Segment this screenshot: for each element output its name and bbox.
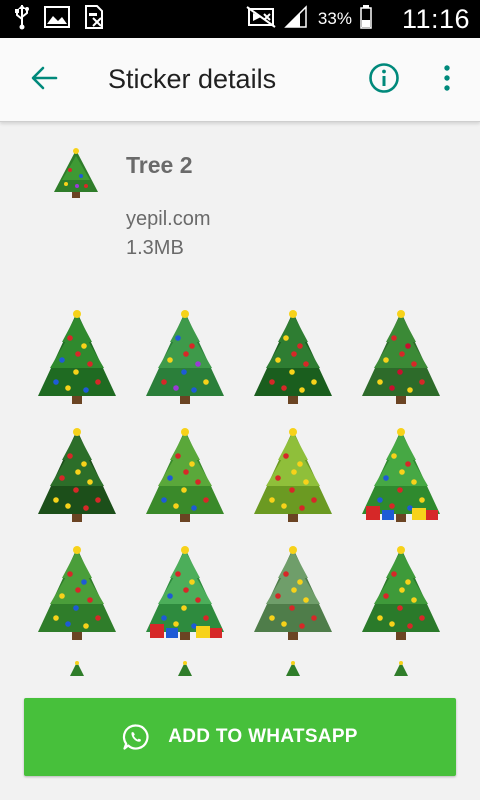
christmas-tree-6-icon xyxy=(146,428,224,522)
sticker-item[interactable] xyxy=(135,424,235,528)
arrow-back-icon xyxy=(30,64,58,97)
status-bar: 33% 11:16 xyxy=(0,0,480,38)
add-to-whatsapp-button[interactable]: ADD TO WHATSAPP xyxy=(24,698,456,776)
sticker-item[interactable] xyxy=(135,542,235,646)
sticker-item[interactable] xyxy=(27,660,127,700)
christmas-tree-10-icon xyxy=(146,546,224,640)
sticker-item[interactable] xyxy=(351,424,451,528)
sticker-item[interactable] xyxy=(27,542,127,646)
more-vert-icon xyxy=(443,64,451,96)
sticker-item[interactable] xyxy=(243,660,343,700)
clock: 11:16 xyxy=(401,3,470,34)
status-bar-notifications xyxy=(14,4,104,35)
sticker-item[interactable] xyxy=(243,424,343,528)
christmas-tree-5-icon xyxy=(38,428,116,522)
christmas-tree-4-icon xyxy=(362,310,440,404)
status-bar-system: 33% 11:16 xyxy=(246,0,470,38)
battery-percent: 33% xyxy=(317,9,352,28)
christmas-tree-9-icon xyxy=(38,546,116,640)
back-button[interactable] xyxy=(24,60,64,100)
info-icon xyxy=(368,62,400,99)
app-bar: Sticker details xyxy=(0,38,480,122)
usb-icon xyxy=(14,4,30,35)
christmas-tree-3-icon xyxy=(254,310,332,404)
sticker-item[interactable] xyxy=(351,542,451,646)
info-button[interactable] xyxy=(366,62,402,98)
pack-publisher: yepil.com xyxy=(126,208,211,230)
sticker-item[interactable] xyxy=(243,542,343,646)
sticker-item[interactable] xyxy=(351,306,451,410)
christmas-tree-1-icon xyxy=(38,310,116,404)
sticker-item[interactable] xyxy=(351,660,451,700)
whatsapp-icon xyxy=(122,723,150,751)
christmas-tree-11-icon xyxy=(254,546,332,640)
signal-icon xyxy=(284,4,308,34)
sticker-item[interactable] xyxy=(135,660,235,700)
sticker-item[interactable] xyxy=(243,306,343,410)
sticker-item[interactable] xyxy=(27,306,127,410)
no-sim-icon xyxy=(84,4,104,34)
christmas-tree-16-icon xyxy=(394,661,408,676)
christmas-tree-13-icon xyxy=(70,661,84,676)
page-title: Sticker details xyxy=(108,64,277,94)
christmas-tree-12-icon xyxy=(362,546,440,640)
add-to-whatsapp-label: ADD TO WHATSAPP xyxy=(168,726,358,747)
christmas-tree-14-icon xyxy=(178,661,192,676)
christmas-tree-8-icon xyxy=(362,428,440,522)
pack-name: Tree 2 xyxy=(126,152,193,178)
christmas-tree-7-icon xyxy=(254,428,332,522)
sticker-item[interactable] xyxy=(135,306,235,410)
battery-icon xyxy=(360,4,372,34)
sticker-item[interactable] xyxy=(27,424,127,528)
christmas-tree-15-icon xyxy=(286,661,300,676)
image-icon xyxy=(44,5,70,33)
more-options-button[interactable] xyxy=(436,62,458,98)
pack-size: 1.3MB xyxy=(126,237,184,259)
christmas-tree-icon xyxy=(50,146,102,202)
christmas-tree-2-icon xyxy=(146,310,224,404)
sticker-grid xyxy=(0,300,480,700)
sticker-pack-info: Tree 2 yepil.com 1.3MB xyxy=(0,124,480,294)
mute-icon xyxy=(246,5,276,33)
